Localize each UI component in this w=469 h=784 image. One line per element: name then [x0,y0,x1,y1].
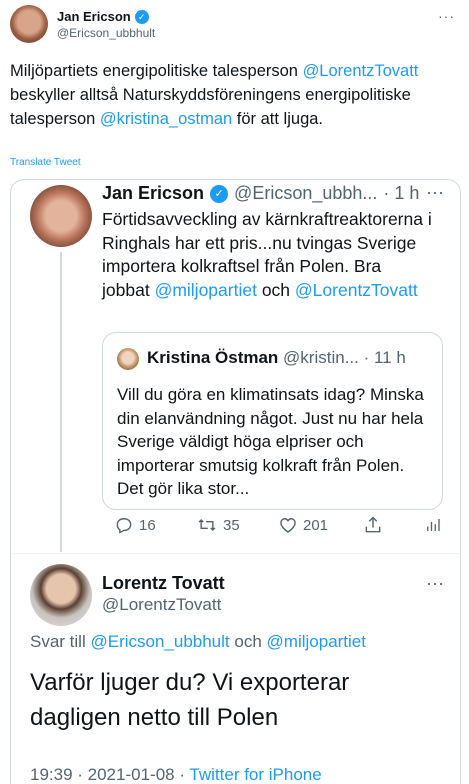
reply-context: Svar till @Ericson_ubbhult och @miljopar… [30,632,366,652]
mention-link[interactable]: @kristina_ostman [100,110,232,128]
reply-author-name: Lorentz Tovatt [102,573,225,593]
mention-link: @Ericson_ubbhult [90,632,230,651]
tweet-text-part: för att ljuga. [232,110,324,128]
verified-icon: ✓ [134,9,149,24]
like-action: 201 [278,515,328,535]
author-name-text[interactable]: Jan Ericson [57,9,131,24]
like-count: 201 [303,516,329,534]
retweet-action: 35 [196,515,240,535]
quoted-text: Vill du göra en klimatinsats idag? Minsk… [117,385,424,498]
share-action [363,515,383,535]
mention-link: @LorentzTovatt [294,279,418,300]
reply-icon [116,518,132,534]
more-options-icon: ··· [426,573,444,593]
verified-icon: ✓ [210,184,229,203]
embedded-tweet-text: Förtidsavveckling av kärnkraftreaktorern… [102,208,432,302]
translate-tweet-link[interactable]: Translate Tweet [10,157,81,168]
author-handle[interactable]: @Ericson_ubbhult [57,26,155,40]
reply-action: 16 [114,515,156,535]
reply-author-handle: @LorentzTovatt [102,595,222,614]
mention-link: @miljopartiet [154,279,257,300]
reply-timestamp: 19:39 · 2021-01-08 · [30,765,190,784]
embedded-author-handle: @Ericson_ubbh... [234,183,378,203]
heart-icon [280,518,296,533]
reply-count: 16 [139,516,156,534]
reply-source: Twitter for iPhone [189,765,322,784]
embedded-author-name: Jan Ericson [102,183,205,203]
action-bar: 16 35 201 [102,515,442,541]
mention-link[interactable]: @LorentzTovatt [303,62,419,80]
reply-meta: 19:39 · 2021-01-08 · Twitter for iPhone [30,765,322,784]
mention-link: @miljopartiet [266,632,366,651]
embedded-avatar [30,185,92,247]
more-options-icon[interactable]: ··· [438,8,455,24]
reply-text: Varför ljuger du? Vi exporterar dagligen… [30,669,350,731]
avatar[interactable] [10,5,48,43]
tweet-text: Miljöpartiets energipolitiske talesperso… [10,59,465,131]
embedded-time: · 1 h [383,183,420,203]
and-word: och [234,632,262,651]
quoted-avatar [117,348,139,370]
tweet-text-part: Miljöpartiets energipolitiske talesperso… [10,62,303,80]
quoted-tweet: Kristina Östman @kristin... · 11 h Vill … [102,332,443,510]
analytics-icon [427,519,440,531]
divider [11,553,460,554]
thread-line [60,252,62,552]
share-icon [365,516,381,533]
embedded-tweet-header: Jan Ericson ✓ @Ericson_ubbh... · 1 h [102,183,419,204]
retweet-count: 35 [223,516,240,534]
and-word: och [261,279,291,300]
author-name[interactable]: Jan Ericson ✓ [57,9,149,24]
more-options-icon: ··· [426,182,444,202]
reply-avatar [30,564,92,626]
quoted-time: · 11 h [363,348,406,367]
retweet-icon [198,518,216,532]
attached-image[interactable]: Jan Ericson ✓ @Ericson_ubbh... · 1 h ···… [10,179,461,784]
quoted-author-handle: @kristin... [283,348,359,367]
reply-prefix: Svar till [30,632,86,651]
analytics-action [424,515,442,535]
quoted-author-name: Kristina Östman [147,348,279,367]
quoted-header: Kristina Östman @kristin... · 11 h [147,348,406,368]
